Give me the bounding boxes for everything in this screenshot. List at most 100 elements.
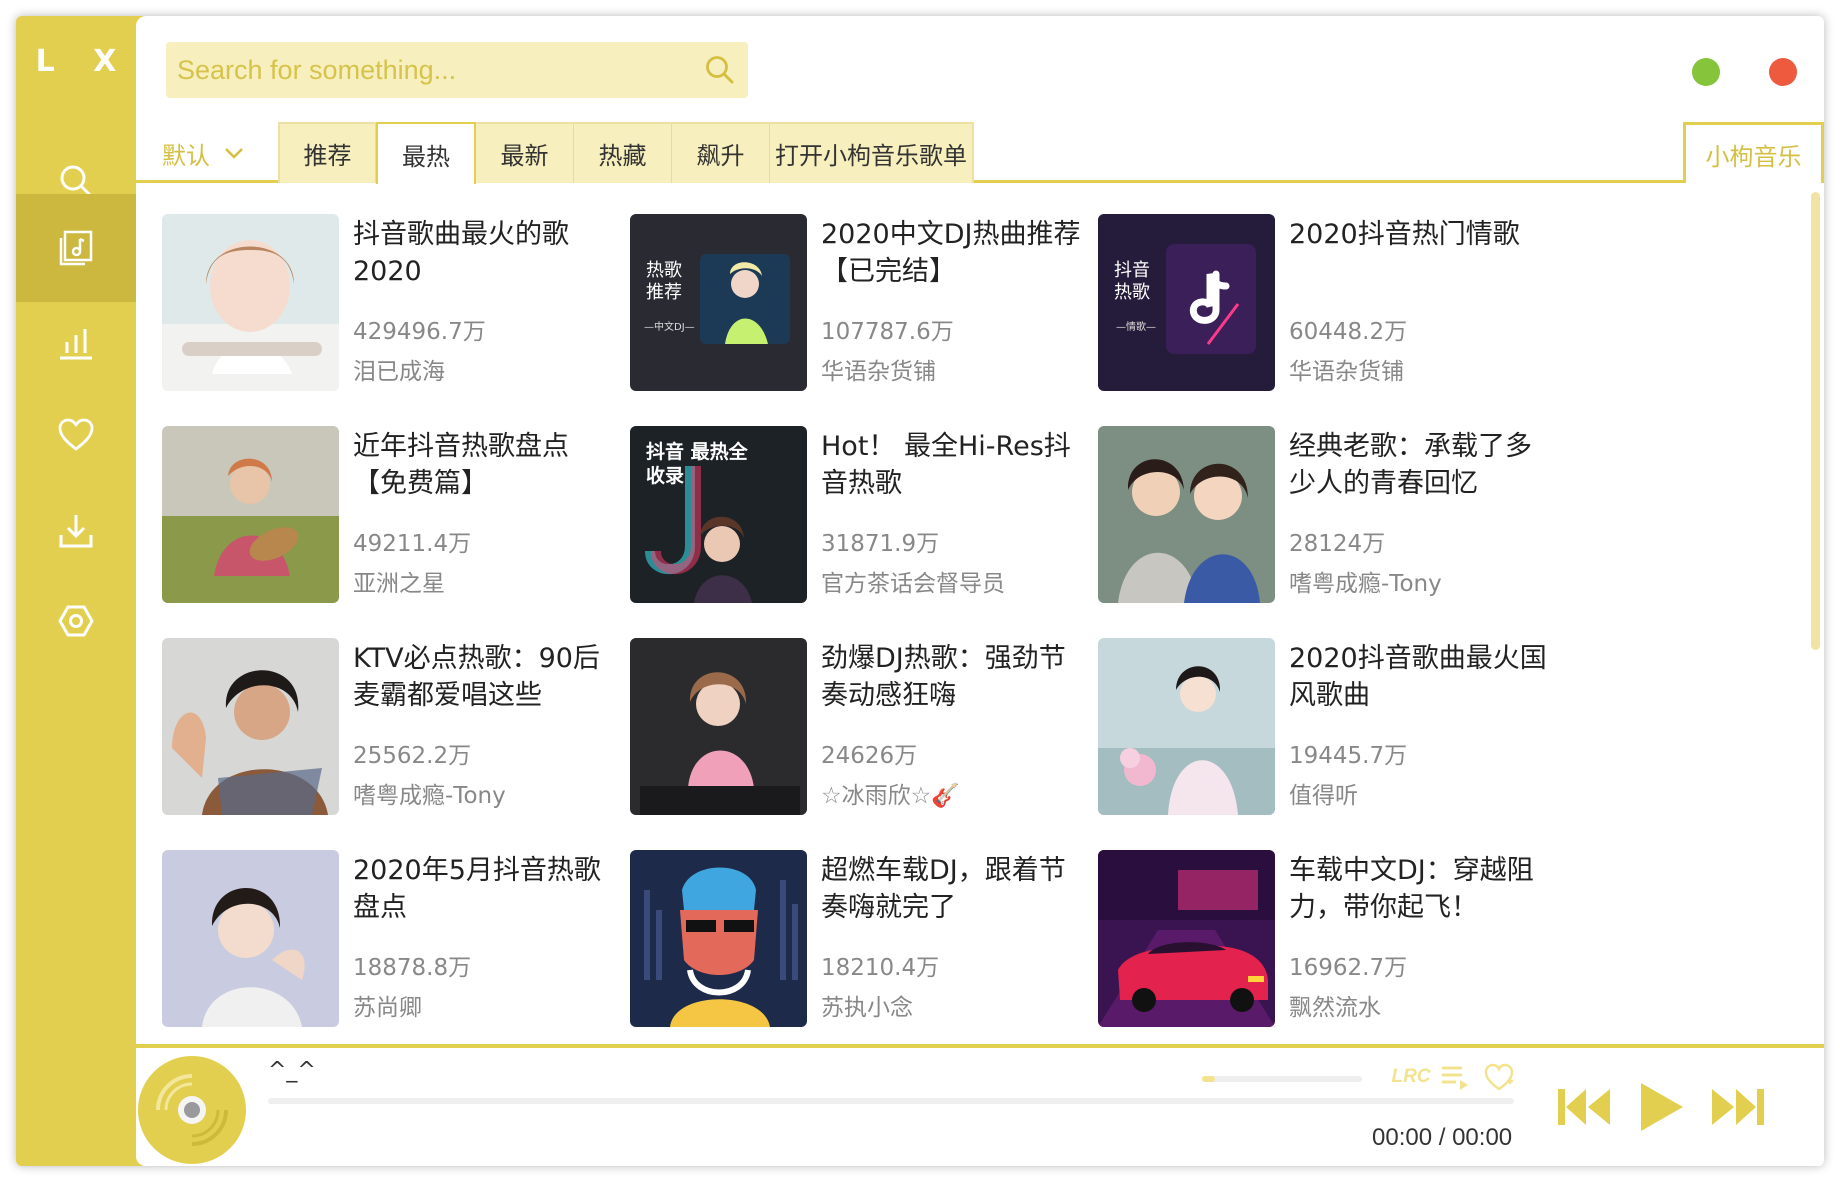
sidebar-item-settings[interactable] — [16, 566, 136, 676]
search-box — [166, 42, 748, 98]
cover-label: 热歌 推荐 — [646, 260, 682, 303]
minimize-button[interactable] — [1692, 58, 1720, 86]
time-total: 00:00 — [1452, 1124, 1513, 1151]
playlist-cover — [1098, 426, 1275, 603]
playlist-author: 官方茶话会督导员 — [821, 571, 1005, 597]
playlist-play-count: 429496.7万 — [353, 319, 486, 345]
cover-image — [162, 214, 339, 391]
playlist-play-count: 28124万 — [1289, 531, 1386, 557]
volume-slider[interactable] — [1202, 1076, 1362, 1082]
playlist-play-count: 107787.6万 — [821, 319, 954, 345]
search-icon — [706, 56, 734, 84]
previous-button[interactable] — [1554, 1082, 1616, 1132]
cover-image — [162, 426, 339, 603]
tab-open-playlist[interactable]: 打开小枸音乐歌单 — [770, 124, 972, 183]
chevron-down-icon — [225, 148, 243, 159]
lyrics-button[interactable]: LRC — [1391, 1062, 1430, 1092]
playlist-card[interactable]: 经典老歌：承载了多少人的青春回忆 28124万 嗜粤成瘾-Tony — [1098, 426, 1554, 603]
playlist-title: 劲爆DJ热歌：强劲节奏动感狂嗨 — [821, 643, 1066, 711]
playlist-play-count: 24626万 — [821, 743, 918, 769]
playlist-author: 华语杂货铺 — [1289, 359, 1404, 385]
playlist-cover — [630, 638, 807, 815]
playlist-author: 嗜粤成瘾-Tony — [1289, 571, 1442, 597]
download-icon — [59, 515, 93, 548]
search-input[interactable] — [166, 54, 692, 86]
playlist-grid: 抖音歌曲最火的歌2020 429496.7万 泪已成海 热歌 推荐 —中文DJ— — [162, 214, 1782, 1066]
chart-bars-icon — [60, 329, 92, 360]
playlist-cover — [162, 638, 339, 815]
song-name: ^_^ — [268, 1058, 316, 1083]
album-disc[interactable] — [138, 1056, 246, 1164]
tab-group: 推荐 最热 最新 热藏 飙升 打开小枸音乐歌单 — [278, 122, 974, 184]
sort-select-label: 默认 — [162, 141, 210, 170]
next-button[interactable] — [1706, 1082, 1768, 1132]
sidebar-item-favorites[interactable] — [16, 380, 136, 490]
playlist-card[interactable]: 车载中文DJ：穿越阻力，带你起飞！ 16962.7万 飘然流水 — [1098, 850, 1554, 1027]
playlist-cover — [1098, 850, 1275, 1027]
cover-sublabel: —中文DJ— — [644, 322, 695, 333]
playlist-cover — [1098, 638, 1275, 815]
progress-bar[interactable] — [268, 1098, 1514, 1104]
favorite-button[interactable] — [1482, 1062, 1516, 1092]
tab-recommend[interactable]: 推荐 — [280, 124, 376, 183]
playlist-title: 2020中文DJ热曲推荐【已完结】 — [821, 219, 1081, 287]
time-current: 00:00 — [1372, 1124, 1433, 1151]
sidebar-item-song-list[interactable] — [16, 194, 136, 302]
playlist-play-count: 16962.7万 — [1289, 955, 1408, 981]
app-window: L X Search for something... 默认 推荐 最热 最新 … — [16, 16, 1824, 1166]
time-separator: / — [1438, 1124, 1453, 1151]
playlist-author: 苏尚卿 — [353, 995, 422, 1021]
playlist-title: 2020年5月抖音热歌盘点 — [353, 855, 601, 923]
cover-image — [162, 638, 339, 815]
playlist-author: ☆冰雨欣☆🎸 — [821, 783, 960, 809]
sort-select[interactable]: 默认 — [162, 128, 244, 178]
playlist-play-count: 18210.4万 — [821, 955, 940, 981]
cover-image — [630, 850, 807, 1027]
playlist-card[interactable]: 抖音 最热全收录 Hot！ 最全Hi-Res抖音热歌 31871.9万 官方茶话… — [630, 426, 1086, 603]
playlist-author: 华语杂货铺 — [821, 359, 936, 385]
tab-hottest[interactable]: 最热 — [376, 122, 476, 184]
playlist-play-count: 25562.2万 — [353, 743, 472, 769]
close-button[interactable] — [1769, 58, 1797, 86]
playlist-title: 近年抖音热歌盘点【免费篇】 — [353, 431, 569, 499]
player-bar: ^_^ LRC 00:00 / 00:00 — [136, 1044, 1824, 1166]
playlist-author: 值得听 — [1289, 783, 1358, 809]
cover-image — [630, 638, 807, 815]
tab-hot-collect[interactable]: 热藏 — [574, 124, 672, 183]
playlist-card[interactable]: 劲爆DJ热歌：强劲节奏动感狂嗨 24626万 ☆冰雨欣☆🎸 — [630, 638, 1086, 815]
cover-image — [1098, 426, 1275, 603]
playlist-card[interactable]: 热歌 推荐 —中文DJ— 2020中文DJ热曲推荐【已完结】 107787.6万… — [630, 214, 1086, 391]
playlist-card[interactable]: 2020年5月抖音热歌盘点 18878.8万 苏尚卿 — [162, 850, 618, 1027]
playlist-card[interactable]: 抖音歌曲最火的歌2020 429496.7万 泪已成海 — [162, 214, 618, 391]
cover-sublabel: —情歌— — [1116, 322, 1156, 333]
playlist-author: 飘然流水 — [1289, 995, 1381, 1021]
playlist-card[interactable]: 近年抖音热歌盘点【免费篇】 49211.4万 亚洲之星 — [162, 426, 618, 603]
cover-label: 抖音 热歌 — [1114, 260, 1150, 303]
scrollbar[interactable] — [1811, 192, 1820, 650]
playlist-button[interactable] — [1438, 1062, 1472, 1092]
tab-newest[interactable]: 最新 — [476, 124, 574, 183]
playlist-author: 泪已成海 — [353, 359, 445, 385]
play-button[interactable] — [1634, 1080, 1688, 1134]
playlist-title: Hot！ 最全Hi-Res抖音热歌 — [821, 431, 1071, 499]
playlist-card[interactable]: 抖音 热歌 —情歌— 2020抖音热门情歌 60448.2万 华语杂货铺 — [1098, 214, 1554, 391]
volume-fill — [1202, 1076, 1215, 1082]
search-button[interactable] — [692, 42, 748, 98]
app-logo: L X — [35, 44, 131, 79]
source-tab[interactable]: 小枸音乐 — [1683, 122, 1824, 183]
playlist-title: 抖音歌曲最火的歌2020 — [353, 219, 569, 287]
playlist-cover — [162, 850, 339, 1027]
playlist-card[interactable]: 2020抖音歌曲最火国风歌曲 19445.7万 值得听 — [1098, 638, 1554, 815]
heart-add-icon — [1484, 1063, 1514, 1091]
music-list-icon — [59, 230, 93, 266]
playlist-play-count: 60448.2万 — [1289, 319, 1408, 345]
sidebar: L X — [16, 16, 136, 1166]
playlist-card[interactable]: KTV必点热歌：90后麦霸都爱唱这些 25562.2万 嗜粤成瘾-Tony — [162, 638, 618, 815]
tab-rising[interactable]: 飙升 — [672, 124, 770, 183]
cover-image — [1098, 638, 1275, 815]
playlist-author: 苏执小念 — [821, 995, 913, 1021]
playlist-author: 亚洲之星 — [353, 571, 445, 597]
disc-icon — [142, 1060, 242, 1160]
playlist-title: 2020抖音热门情歌 — [1289, 219, 1520, 250]
playlist-card[interactable]: 超燃车载DJ，跟着节奏嗨就完了 18210.4万 苏执小念 — [630, 850, 1086, 1027]
